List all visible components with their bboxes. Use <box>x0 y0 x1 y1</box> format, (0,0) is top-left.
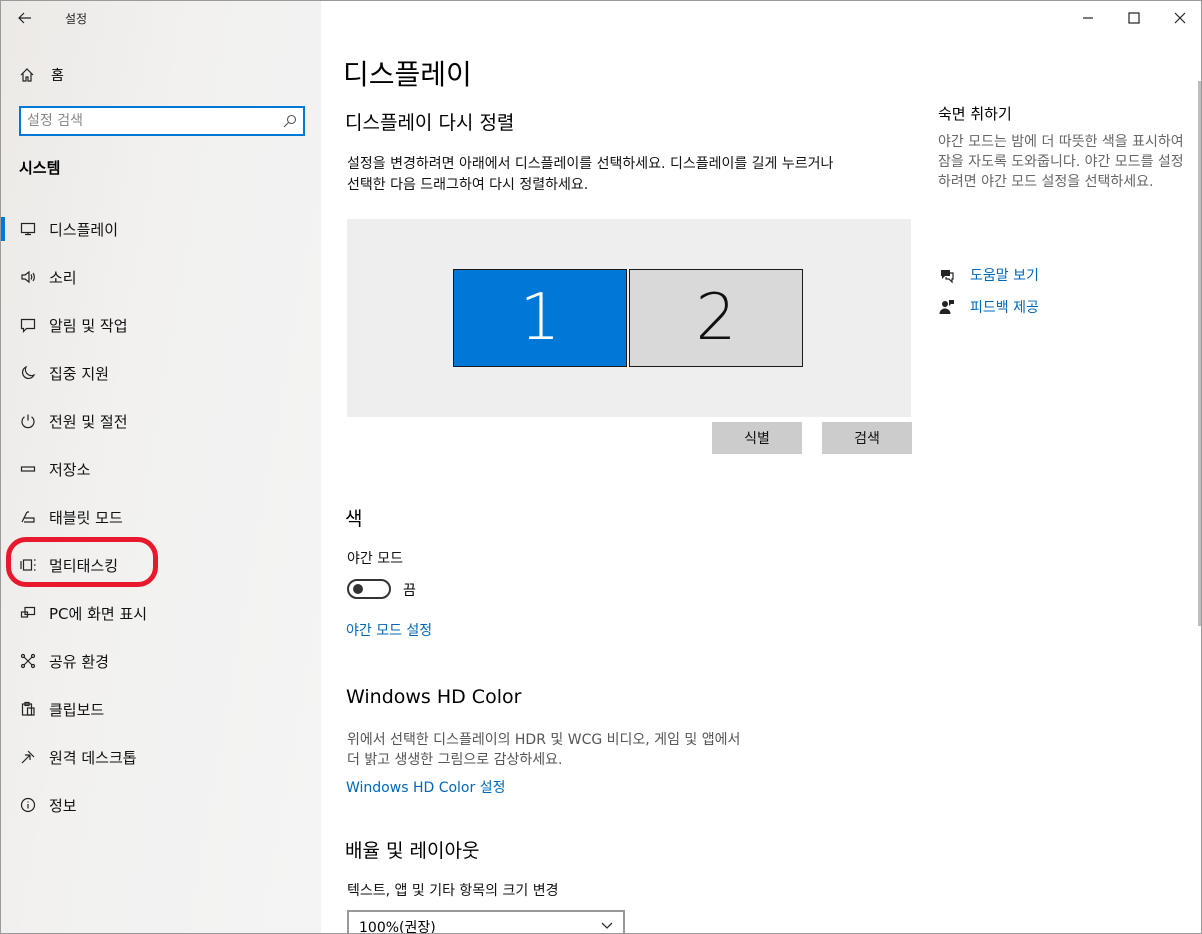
minimize-icon <box>1083 17 1093 19</box>
notification-icon <box>19 316 37 334</box>
close-button[interactable] <box>1157 1 1201 35</box>
sidebar-item-tablet-mode[interactable]: 태블릿 모드 <box>1 493 321 541</box>
sidebar-item-focus-assist[interactable]: 집중 지원 <box>1 349 321 397</box>
night-light-label: 야간 모드 <box>347 551 403 567</box>
remote-desktop-icon <box>19 748 37 766</box>
storage-icon <box>19 460 37 478</box>
feedback-label: 피드백 제공 <box>970 300 1039 316</box>
sidebar: 설정 홈 시스템 디스플레이 소리 알림 및 작업 <box>1 1 321 933</box>
scale-value: 100%(권장) <box>359 920 436 934</box>
home-label: 홈 <box>51 68 64 84</box>
power-icon <box>19 412 37 430</box>
window-controls <box>1065 1 1201 35</box>
monitor-icon <box>19 220 37 238</box>
info-icon <box>19 796 37 814</box>
moon-icon <box>19 364 37 382</box>
search-box[interactable] <box>19 106 305 136</box>
back-arrow-icon <box>18 12 31 24</box>
get-help-label: 도움말 보기 <box>970 268 1039 284</box>
app-title: 설정 <box>65 12 88 26</box>
sidebar-item-label: PC에 화면 표시 <box>49 604 148 623</box>
get-help-link[interactable]: 도움말 보기 <box>938 265 1039 285</box>
toggle-knob <box>353 584 363 594</box>
identify-button[interactable]: 식별 <box>712 422 802 454</box>
sidebar-item-label: 알림 및 작업 <box>49 316 128 335</box>
sidebar-item-label: 저장소 <box>49 460 91 479</box>
scrollbar[interactable] <box>1198 81 1201 626</box>
speaker-icon <box>19 268 37 286</box>
titlebar: 설정 <box>1 1 321 35</box>
home-link[interactable]: 홈 <box>19 63 64 87</box>
search-icon[interactable] <box>283 114 297 128</box>
sidebar-item-label: 디스플레이 <box>49 220 119 239</box>
sidebar-item-storage[interactable]: 저장소 <box>1 445 321 493</box>
sidebar-item-label: 원격 데스크톱 <box>49 748 137 767</box>
sidebar-item-sound[interactable]: 소리 <box>1 253 321 301</box>
minimize-button[interactable] <box>1065 1 1111 35</box>
scale-dropdown[interactable]: 100%(권장) <box>347 910 625 934</box>
home-icon <box>20 68 34 82</box>
sleep-tip-desc: 야간 모드는 밤에 더 따뜻한 색을 표시하여 잠을 자도록 도와줍니다. 야간… <box>938 134 1184 190</box>
maximize-button[interactable] <box>1111 1 1157 35</box>
detect-button[interactable]: 검색 <box>822 422 912 454</box>
sidebar-item-remote-desktop[interactable]: 원격 데스크톱 <box>1 733 321 781</box>
sidebar-item-label: 전원 및 절전 <box>49 412 128 431</box>
sidebar-item-label: 정보 <box>49 796 77 815</box>
hd-color-desc-2: 더 밝고 생생한 그림으로 감상하세요. <box>347 752 563 768</box>
highlight-annotation <box>6 537 158 587</box>
sleep-tip-title: 숙면 취하기 <box>938 105 1012 123</box>
project-icon <box>19 604 37 622</box>
tablet-icon <box>19 508 37 526</box>
night-light-settings-link[interactable]: 야간 모드 설정 <box>346 620 432 640</box>
monitor-2[interactable]: 2 <box>629 269 803 367</box>
hd-color-desc-1: 위에서 선택한 디스플레이의 HDR 및 WCG 비디오, 게임 및 앱에서 <box>347 732 741 748</box>
close-icon <box>1174 12 1186 24</box>
section-title: 시스템 <box>19 159 61 177</box>
scale-label: 텍스트, 앱 및 기타 항목의 크기 변경 <box>347 883 559 899</box>
rearrange-desc-2: 선택한 다음 드래그하여 다시 정렬하세요. <box>347 177 589 193</box>
sidebar-item-display[interactable]: 디스플레이 <box>1 205 321 253</box>
hd-color-settings-link[interactable]: Windows HD Color 설정 <box>346 777 505 797</box>
sidebar-item-label: 소리 <box>49 268 77 287</box>
sidebar-item-power[interactable]: 전원 및 절전 <box>1 397 321 445</box>
monitor-1[interactable]: 1 <box>453 269 627 367</box>
night-light-state: 끔 <box>403 583 416 599</box>
clipboard-icon <box>19 700 37 718</box>
main-content: 디스플레이 디스플레이 다시 정렬 설정을 변경하려면 아래에서 디스플레이를 … <box>321 1 1201 934</box>
sidebar-item-label: 공유 환경 <box>49 652 109 671</box>
sidebar-item-label: 태블릿 모드 <box>49 508 123 527</box>
scale-heading: 배율 및 레이아웃 <box>345 840 480 862</box>
display-arrangement: 1 2 <box>347 219 911 417</box>
sidebar-item-about[interactable]: 정보 <box>1 781 321 829</box>
maximize-icon <box>1128 12 1140 24</box>
settings-window: 설정 홈 시스템 디스플레이 소리 알림 및 작업 <box>0 0 1202 934</box>
sidebar-item-label: 집중 지원 <box>49 364 109 383</box>
color-heading: 색 <box>345 508 363 530</box>
search-input[interactable] <box>27 110 277 132</box>
sidebar-item-clipboard[interactable]: 클립보드 <box>1 685 321 733</box>
sidebar-item-shared-experiences[interactable]: 공유 환경 <box>1 637 321 685</box>
night-light-toggle[interactable] <box>347 579 391 599</box>
hd-color-heading: Windows HD Color <box>346 686 522 708</box>
shared-icon <box>19 652 37 670</box>
sidebar-item-label: 클립보드 <box>49 700 105 719</box>
rearrange-desc-1: 설정을 변경하려면 아래에서 디스플레이를 선택하세요. 디스플레이를 길게 누… <box>347 156 834 172</box>
chevron-down-icon <box>601 922 613 929</box>
feedback-link[interactable]: 피드백 제공 <box>938 297 1039 317</box>
sidebar-item-project[interactable]: PC에 화면 표시 <box>1 589 321 637</box>
rearrange-heading: 디스플레이 다시 정렬 <box>345 112 515 134</box>
sidebar-item-notifications[interactable]: 알림 및 작업 <box>1 301 321 349</box>
page-title: 디스플레이 <box>343 58 472 91</box>
help-icon <box>941 270 954 284</box>
back-button[interactable] <box>11 5 39 31</box>
feedback-icon <box>939 300 954 314</box>
sidebar-nav: 디스플레이 소리 알림 및 작업 집중 지원 전원 및 절전 저장소 태블릿 모… <box>1 205 321 829</box>
